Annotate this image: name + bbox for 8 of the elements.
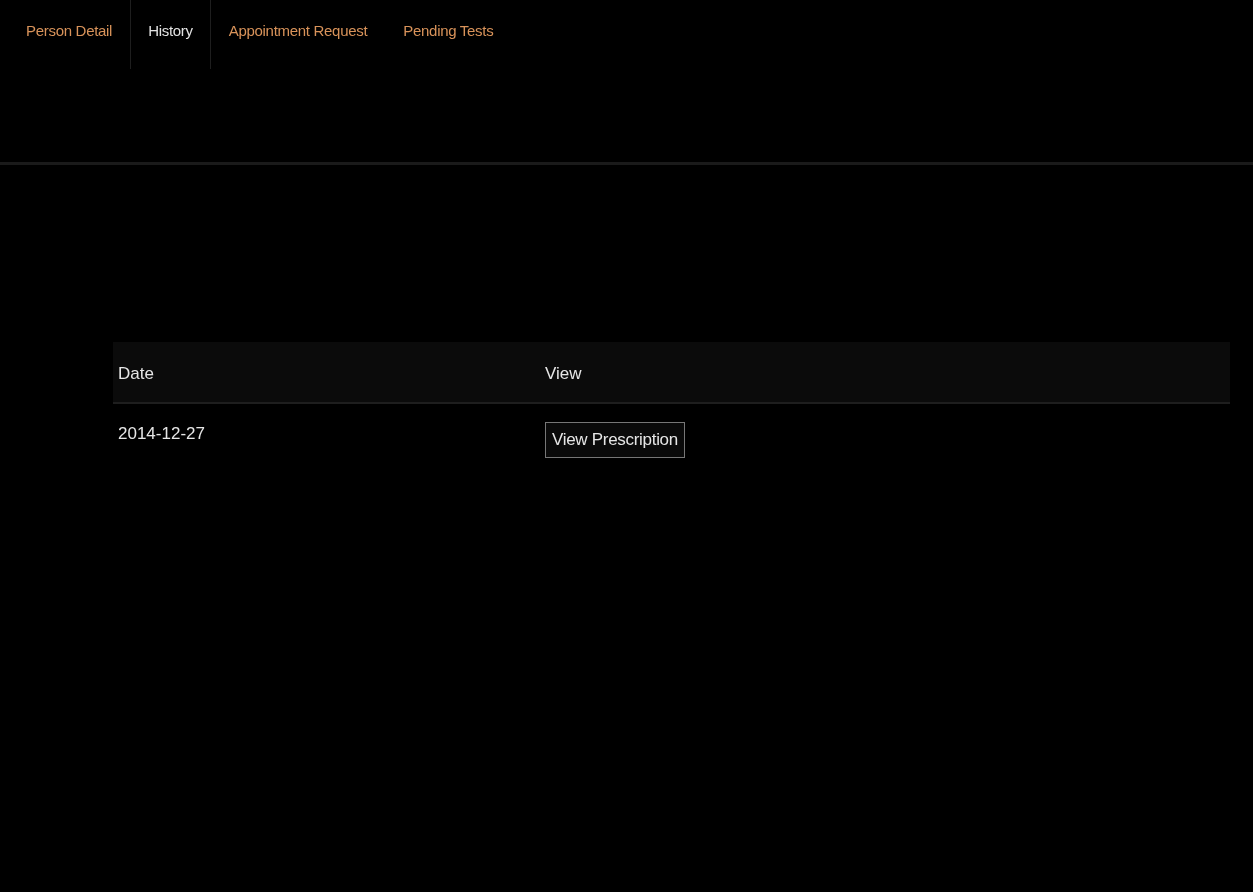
tab[interactable]: Pending Tests xyxy=(385,0,512,69)
view-prescription-button[interactable]: View Prescription xyxy=(545,422,685,458)
table-cell: 2014-12-27 xyxy=(118,424,205,443)
tab[interactable]: History xyxy=(130,0,211,69)
column-header: View xyxy=(545,364,582,383)
tab[interactable]: Person Detail xyxy=(8,0,131,69)
tab[interactable]: Appointment Request xyxy=(210,0,386,69)
column-header: Date xyxy=(118,364,154,383)
